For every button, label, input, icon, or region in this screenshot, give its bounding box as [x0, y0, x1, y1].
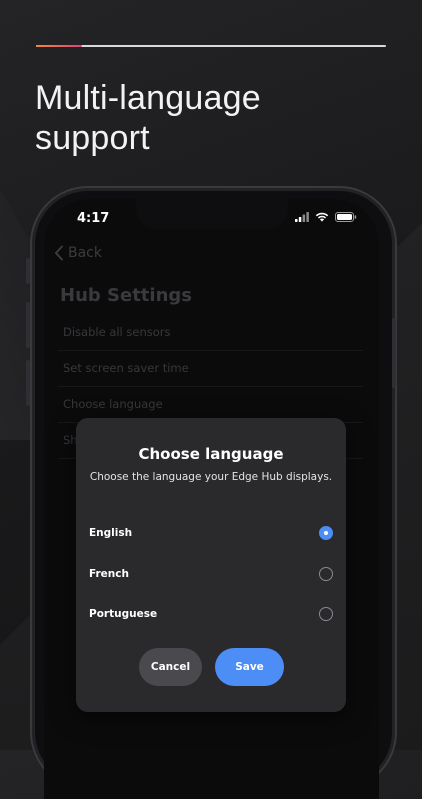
settings-item-disable-sensors[interactable]: Disable all sensors [58, 315, 363, 351]
wifi-icon [315, 212, 329, 222]
radio-button[interactable] [319, 526, 333, 540]
language-option-english[interactable]: English [89, 519, 333, 547]
back-button[interactable]: Back [54, 245, 102, 261]
headline-line-1: Multi-language [35, 79, 261, 117]
cancel-button[interactable]: Cancel [139, 648, 202, 686]
language-option-label: Portuguese [89, 608, 158, 620]
phone-notch [136, 199, 288, 229]
settings-item-screen-saver-time[interactable]: Set screen saver time [58, 351, 363, 387]
battery-icon [335, 212, 357, 222]
page-title: Hub Settings [60, 285, 192, 306]
language-option-label: French [89, 568, 129, 580]
phone-mute-switch [26, 258, 30, 284]
phone-volume-up [26, 302, 30, 348]
dialog-title: Choose language [138, 445, 284, 463]
status-icons [295, 212, 357, 222]
choose-language-dialog: Choose language Choose the language your… [76, 418, 346, 712]
back-label: Back [68, 245, 102, 261]
phone-volume-down [26, 360, 30, 406]
status-time: 4:17 [77, 211, 110, 226]
promo-headline: Multi-language support [35, 78, 395, 158]
language-option-portuguese[interactable]: Portuguese [89, 600, 333, 628]
promo-progress-fill [36, 45, 82, 47]
save-button[interactable]: Save [215, 648, 284, 686]
dialog-subtitle: Choose the language your Edge Hub displa… [89, 471, 333, 483]
radio-button[interactable] [319, 607, 333, 621]
promo-progress-track [36, 45, 386, 47]
language-option-label: English [89, 527, 133, 539]
phone-power-button [392, 318, 396, 388]
cellular-signal-icon [295, 212, 309, 222]
language-option-french[interactable]: French [89, 560, 333, 588]
chevron-left-icon [55, 245, 63, 261]
headline-line-2: support [35, 119, 150, 157]
radio-button[interactable] [319, 567, 333, 581]
